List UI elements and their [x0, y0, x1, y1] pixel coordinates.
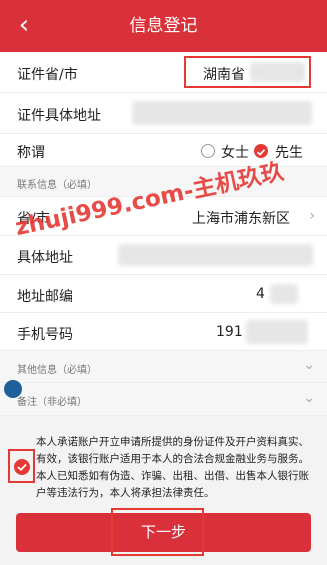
address-row[interactable]: 具体地址 — [0, 236, 327, 275]
radio-female-label[interactable]: 女士 — [221, 142, 249, 162]
remark-section-header[interactable]: 备注（非必填） ⌄ — [0, 383, 327, 416]
check-icon — [256, 149, 266, 156]
other-section-title: 其他信息（必填） — [17, 365, 97, 376]
zip-value: 4 — [256, 286, 265, 302]
salutation-row: 称谓 女士 先生 — [0, 134, 327, 167]
contact-section-title: 联系信息（必填） — [17, 180, 97, 191]
salutation-label: 称谓 — [17, 145, 45, 161]
zip-label: 地址邮编 — [17, 289, 73, 305]
id-address-row[interactable]: 证件具体地址 — [0, 93, 327, 134]
agreement-text: 本人承诺账户开立申请所提供的身份证件及开户资料真实、有效，该银行账户适用于本人的… — [36, 436, 309, 499]
phone-value: 191 — [216, 324, 243, 340]
redacted-value — [270, 284, 298, 304]
redacted-value — [118, 244, 313, 266]
remark-section-title: 备注（非必填） — [17, 397, 87, 408]
redacted-value — [246, 320, 308, 344]
id-province-row[interactable]: 证件省/市 湖南省 — [0, 52, 327, 93]
address-label: 具体地址 — [17, 250, 73, 266]
id-address-label: 证件具体地址 — [17, 108, 101, 124]
zip-row[interactable]: 地址邮编 4 — [0, 275, 327, 313]
agreement-checkbox[interactable] — [14, 459, 30, 475]
check-icon — [17, 463, 27, 472]
province-row[interactable]: 省/市 上海市浦东新区 › — [0, 197, 327, 236]
other-section-header[interactable]: 其他信息（必填） ⌄ — [0, 351, 327, 383]
province-label: 省/市 — [17, 211, 50, 227]
phone-row[interactable]: 手机号码 191 — [0, 313, 327, 351]
radio-male-checked[interactable] — [254, 144, 268, 158]
id-province-label: 证件省/市 — [17, 67, 78, 83]
floating-assist-dot[interactable] — [4, 380, 22, 398]
chevron-down-icon: ⌄ — [303, 390, 315, 406]
phone-label: 手机号码 — [17, 327, 73, 343]
next-highlight-box — [111, 508, 204, 556]
header-bar: ‹ 信息登记 — [0, 0, 327, 52]
radio-female[interactable] — [201, 144, 215, 158]
highlight-box — [184, 56, 311, 88]
page-title: 信息登记 — [129, 16, 198, 36]
redacted-value — [132, 101, 312, 125]
contact-section-header: 联系信息（必填） — [0, 167, 327, 197]
chevron-right-icon: › — [309, 208, 315, 224]
province-value: 上海市浦东新区 — [192, 211, 290, 227]
chevron-down-icon: ⌄ — [303, 357, 315, 373]
radio-male-label[interactable]: 先生 — [275, 142, 303, 162]
